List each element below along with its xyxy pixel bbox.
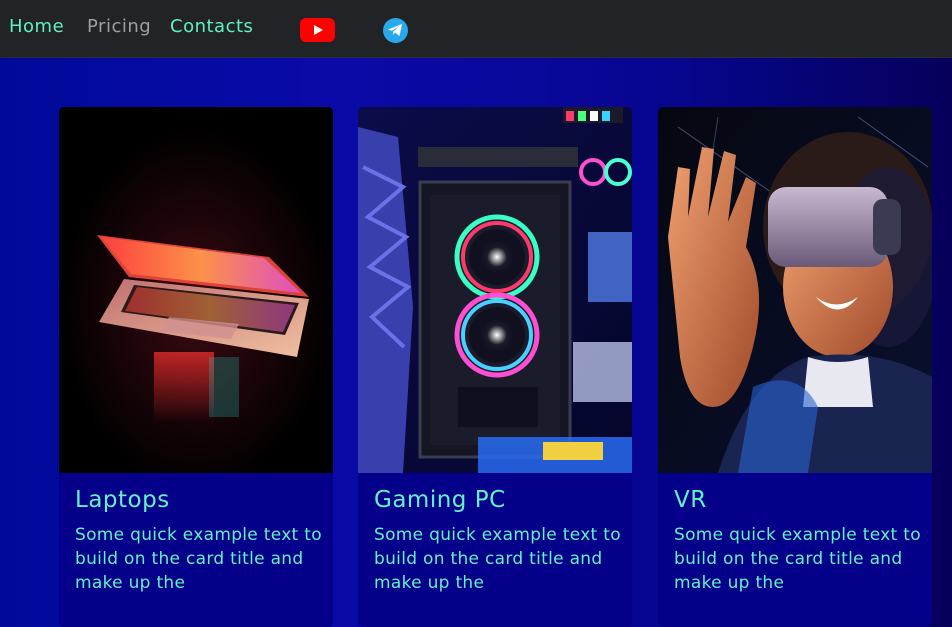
card-vr[interactable]: VR Some quick example text to build on t… <box>658 107 932 627</box>
card-gaming-pc[interactable]: Gaming PC Some quick example text to bui… <box>358 107 632 627</box>
laptop-image <box>59 107 333 473</box>
card-text: Some quick example text to build on the … <box>75 525 322 593</box>
nav-home-link[interactable]: Home <box>9 16 64 37</box>
card-title: Laptops <box>75 487 170 513</box>
telegram-icon[interactable] <box>383 18 408 43</box>
card-laptops[interactable]: Laptops Some quick example text to build… <box>59 107 333 627</box>
card-text: Some quick example text to build on the … <box>374 525 621 593</box>
navbar: Home Pricing Contacts <box>0 0 952 58</box>
nav-pricing-link[interactable]: Pricing <box>87 16 151 37</box>
vr-image <box>658 107 932 473</box>
card-title: Gaming PC <box>374 487 506 513</box>
gaming-pc-image <box>358 107 632 473</box>
card-title: VR <box>674 487 707 513</box>
card-text: Some quick example text to build on the … <box>674 525 921 593</box>
nav-contacts-link[interactable]: Contacts <box>170 16 253 37</box>
youtube-icon[interactable] <box>300 18 335 42</box>
